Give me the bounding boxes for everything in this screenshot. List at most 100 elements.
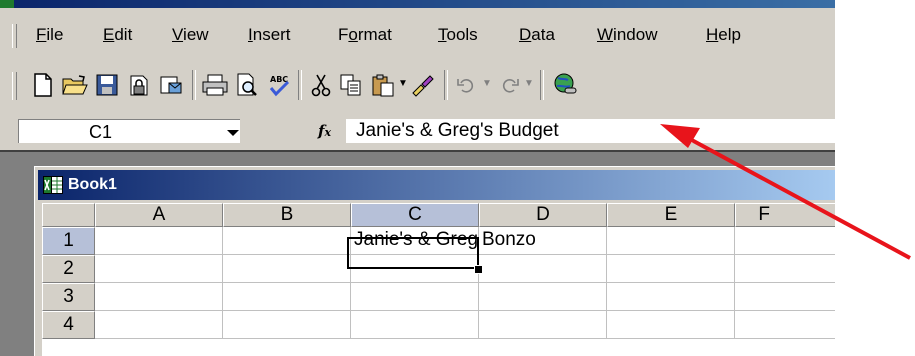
print-preview-icon[interactable]: [232, 70, 262, 100]
cut-icon[interactable]: [306, 70, 336, 100]
redo-dropdown-icon[interactable]: ▼: [524, 78, 534, 89]
save-icon[interactable]: [92, 70, 122, 100]
standard-toolbar: ABC ▼ ▼ ▼: [0, 64, 835, 110]
cell-f1[interactable]: [735, 227, 835, 255]
row-header-4[interactable]: 4: [42, 311, 95, 339]
undo-icon[interactable]: [452, 70, 482, 100]
menu-accelerator: o: [348, 25, 358, 44]
cell-f3[interactable]: [735, 283, 835, 311]
insert-function-icon[interactable]: fx: [318, 119, 331, 145]
menu-accelerator: T: [438, 25, 447, 44]
menu-bar-grip[interactable]: [12, 24, 17, 48]
cell-c3[interactable]: [351, 283, 479, 311]
column-header-e[interactable]: E: [607, 203, 735, 227]
menu-edit[interactable]: Edit: [103, 24, 132, 46]
cell-e4[interactable]: [607, 311, 735, 339]
toolbar-separator: [444, 70, 448, 100]
fill-handle[interactable]: [474, 265, 483, 274]
cell-b2[interactable]: [223, 255, 351, 283]
app-title-bar: [0, 0, 835, 8]
menu-tools[interactable]: Tools: [438, 24, 478, 46]
cell-e2[interactable]: [607, 255, 735, 283]
cell-a3[interactable]: [95, 283, 223, 311]
print-icon[interactable]: [200, 70, 230, 100]
toolbar-separator: [192, 70, 196, 100]
cell-d2[interactable]: [479, 255, 607, 283]
email-icon[interactable]: [156, 70, 186, 100]
toolbar-grip[interactable]: [12, 72, 17, 100]
menu-insert[interactable]: Insert: [248, 24, 291, 46]
undo-dropdown-icon[interactable]: ▼: [482, 78, 492, 89]
cell-b1[interactable]: [223, 227, 351, 255]
column-header-c[interactable]: C: [351, 203, 479, 227]
cell-b3[interactable]: [223, 283, 351, 311]
paste-icon[interactable]: [368, 70, 398, 100]
menu-accelerator: E: [103, 25, 115, 44]
cell-f2[interactable]: [735, 255, 835, 283]
redo-icon[interactable]: [494, 70, 524, 100]
spreadsheet-grid: A B C D E F 1 2 3 4 Janie's & Greg's Bud…: [42, 203, 835, 356]
row-header-1[interactable]: 1: [42, 227, 95, 255]
toolbar-separator: [298, 70, 302, 100]
menu-accelerator: F: [36, 25, 47, 44]
cell-a4[interactable]: [95, 311, 223, 339]
menu-accelerator: H: [706, 25, 719, 44]
menu-accelerator: W: [597, 25, 614, 44]
row-header-3[interactable]: 3: [42, 283, 95, 311]
cell-a2[interactable]: [95, 255, 223, 283]
row-header-2[interactable]: 2: [42, 255, 95, 283]
open-icon[interactable]: [60, 70, 90, 100]
column-header-f[interactable]: F: [735, 203, 835, 227]
cell-e3[interactable]: [607, 283, 735, 311]
menu-bar: File Edit View Insert Format Tools Data …: [0, 20, 835, 54]
spelling-icon[interactable]: ABC: [264, 70, 294, 100]
name-box[interactable]: C1: [18, 119, 240, 143]
menu-view[interactable]: View: [172, 24, 209, 46]
menu-accelerator: V: [172, 25, 184, 44]
format-painter-icon[interactable]: [408, 70, 438, 100]
paste-dropdown-icon[interactable]: ▼: [398, 78, 408, 89]
cell-c4[interactable]: [351, 311, 479, 339]
menu-data[interactable]: Data: [519, 24, 555, 46]
app-icon: [0, 0, 14, 8]
menu-help[interactable]: Help: [706, 24, 741, 46]
menu-label: indow: [613, 25, 658, 44]
excel-workbook-icon: [43, 176, 63, 194]
column-header-d[interactable]: D: [479, 203, 607, 227]
cell-d4[interactable]: [479, 311, 607, 339]
menu-file[interactable]: File: [36, 24, 63, 46]
cell-d3[interactable]: [479, 283, 607, 311]
copy-icon[interactable]: [336, 70, 366, 100]
cell-e1[interactable]: [607, 227, 735, 255]
formula-bar: C1 fx Janie's & Greg's Budget: [0, 116, 835, 146]
workbook-title: Book1: [68, 176, 117, 193]
menu-format[interactable]: Format: [338, 24, 392, 46]
menu-label: elp: [718, 25, 741, 44]
menu-label: ools: [446, 25, 478, 44]
column-header-b[interactable]: B: [223, 203, 351, 227]
menu-label: iew: [183, 25, 209, 44]
excel-window: File Edit View Insert Format Tools Data …: [0, 0, 835, 356]
cell-c2[interactable]: [351, 255, 479, 283]
cell-c1[interactable]: Janie's & Greg's Budget: [351, 227, 479, 255]
hyperlink-icon[interactable]: [550, 70, 580, 100]
workbook-window: Book1 A B C D E F 1 2 3 4 Janie's & Greg…: [34, 166, 835, 356]
name-box-dropdown-icon[interactable]: [227, 130, 239, 136]
cell-a1[interactable]: [95, 227, 223, 255]
menu-label: nsert: [252, 25, 291, 44]
toolbar-separator: [540, 70, 544, 100]
menu-label: ile: [46, 25, 64, 44]
cell-b4[interactable]: [223, 311, 351, 339]
column-header-a[interactable]: A: [95, 203, 223, 227]
cell-d1[interactable]: Bonzo: [479, 227, 607, 255]
workbook-title-bar[interactable]: Book1: [38, 170, 835, 200]
menu-label: dit: [114, 25, 133, 44]
permission-icon[interactable]: [124, 70, 154, 100]
select-all-button[interactable]: [42, 203, 95, 227]
new-icon[interactable]: [28, 70, 58, 100]
cell-f4[interactable]: [735, 311, 835, 339]
name-box-value: C1: [89, 122, 113, 142]
menu-window[interactable]: Window: [597, 24, 657, 46]
menu-accelerator: D: [519, 25, 532, 44]
formula-input[interactable]: Janie's & Greg's Budget: [346, 119, 835, 143]
